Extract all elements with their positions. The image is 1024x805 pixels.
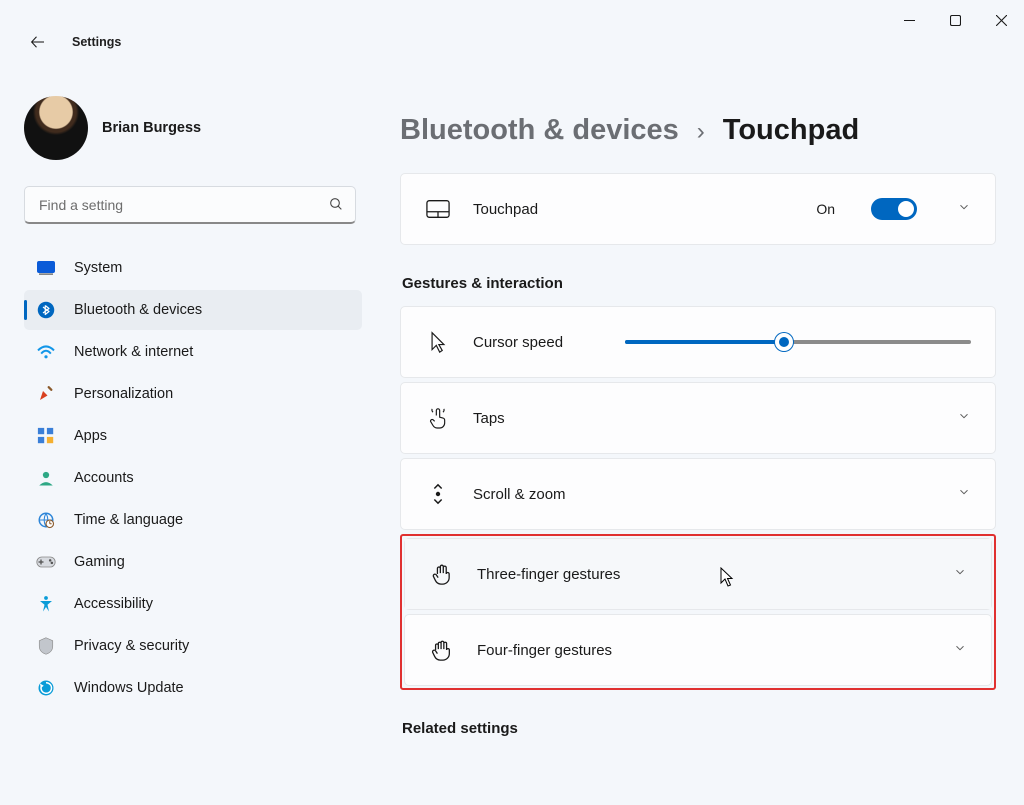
search-icon bbox=[328, 196, 344, 217]
gesture-highlight-box: Three-finger gestures Four-finger gestur… bbox=[400, 534, 996, 690]
windows-update-icon bbox=[36, 678, 56, 698]
sidebar-item-network[interactable]: Network & internet bbox=[24, 332, 362, 372]
breadcrumb-parent[interactable]: Bluetooth & devices bbox=[400, 114, 679, 147]
system-icon bbox=[36, 258, 56, 278]
sidebar-item-time-language[interactable]: Time & language bbox=[24, 500, 362, 540]
four-finger-card[interactable]: Four-finger gestures bbox=[404, 614, 992, 686]
sidebar-item-personalization[interactable]: Personalization bbox=[24, 374, 362, 414]
sidebar-item-accounts[interactable]: Accounts bbox=[24, 458, 362, 498]
toggle-state-label: On bbox=[816, 201, 835, 217]
sidebar-item-label: Time & language bbox=[74, 512, 183, 528]
apps-icon bbox=[36, 426, 56, 446]
sidebar: Brian Burgess System Bluetooth & devices… bbox=[0, 56, 370, 801]
avatar bbox=[24, 96, 88, 160]
chevron-down-icon bbox=[957, 200, 971, 219]
scroll-zoom-label: Scroll & zoom bbox=[473, 486, 566, 503]
chevron-down-icon bbox=[953, 565, 967, 584]
back-button[interactable] bbox=[24, 28, 52, 56]
main-content: Bluetooth & devices › Touchpad Touchpad … bbox=[370, 56, 1024, 801]
close-button[interactable] bbox=[978, 0, 1024, 40]
profile-block[interactable]: Brian Burgess bbox=[24, 96, 360, 160]
chevron-down-icon bbox=[957, 485, 971, 504]
breadcrumb: Bluetooth & devices › Touchpad bbox=[400, 114, 996, 147]
taps-label: Taps bbox=[473, 410, 505, 427]
sidebar-item-label: Gaming bbox=[74, 554, 125, 570]
sidebar-item-label: Network & internet bbox=[74, 344, 193, 360]
cursor-speed-card: Cursor speed bbox=[400, 306, 996, 378]
accounts-icon bbox=[36, 468, 56, 488]
sidebar-item-label: Accounts bbox=[74, 470, 134, 486]
sidebar-item-system[interactable]: System bbox=[24, 248, 362, 288]
related-heading: Related settings bbox=[402, 720, 996, 737]
maximize-button[interactable] bbox=[932, 0, 978, 40]
hand-icon bbox=[429, 639, 455, 661]
chevron-down-icon bbox=[953, 641, 967, 660]
sidebar-item-label: Windows Update bbox=[74, 680, 184, 696]
wifi-icon bbox=[36, 342, 56, 362]
accessibility-icon bbox=[36, 594, 56, 614]
touchpad-toggle[interactable] bbox=[871, 198, 917, 220]
privacy-icon bbox=[36, 636, 56, 656]
window-title: Settings bbox=[72, 35, 121, 49]
gaming-icon bbox=[36, 552, 56, 572]
taps-card[interactable]: Taps bbox=[400, 382, 996, 454]
header: Settings bbox=[0, 28, 1024, 56]
tap-icon bbox=[425, 407, 451, 429]
sidebar-item-gaming[interactable]: Gaming bbox=[24, 542, 362, 582]
scroll-zoom-card[interactable]: Scroll & zoom bbox=[400, 458, 996, 530]
touchpad-icon bbox=[425, 199, 451, 219]
touchpad-label: Touchpad bbox=[473, 201, 538, 218]
chevron-down-icon bbox=[957, 409, 971, 428]
sidebar-item-label: Accessibility bbox=[74, 596, 153, 612]
sidebar-item-windows-update[interactable]: Windows Update bbox=[24, 668, 362, 708]
cursor-icon bbox=[425, 331, 451, 353]
sidebar-item-label: Bluetooth & devices bbox=[74, 302, 202, 318]
minimize-button[interactable] bbox=[886, 0, 932, 40]
sidebar-item-label: System bbox=[74, 260, 122, 276]
sidebar-item-label: Privacy & security bbox=[74, 638, 189, 654]
sidebar-item-apps[interactable]: Apps bbox=[24, 416, 362, 456]
touchpad-card[interactable]: Touchpad On bbox=[400, 173, 996, 245]
sidebar-item-accessibility[interactable]: Accessibility bbox=[24, 584, 362, 624]
nav: System Bluetooth & devices Network & int… bbox=[24, 248, 362, 708]
search-input[interactable] bbox=[24, 186, 356, 224]
hand-icon bbox=[429, 563, 455, 585]
cursor-speed-label: Cursor speed bbox=[473, 334, 563, 351]
personalization-icon bbox=[36, 384, 56, 404]
sidebar-item-label: Apps bbox=[74, 428, 107, 444]
three-finger-card[interactable]: Three-finger gestures bbox=[404, 538, 992, 610]
cursor-speed-slider[interactable] bbox=[625, 332, 971, 352]
sidebar-item-privacy[interactable]: Privacy & security bbox=[24, 626, 362, 666]
four-finger-label: Four-finger gestures bbox=[477, 642, 612, 659]
three-finger-label: Three-finger gestures bbox=[477, 566, 620, 583]
scroll-icon bbox=[425, 483, 451, 505]
breadcrumb-current: Touchpad bbox=[723, 114, 859, 147]
sidebar-item-bluetooth-devices[interactable]: Bluetooth & devices bbox=[24, 290, 362, 330]
gestures-heading: Gestures & interaction bbox=[402, 275, 996, 292]
bluetooth-icon bbox=[36, 300, 56, 320]
time-language-icon bbox=[36, 510, 56, 530]
sidebar-item-label: Personalization bbox=[74, 386, 173, 402]
chevron-right-icon: › bbox=[697, 118, 705, 146]
profile-name: Brian Burgess bbox=[102, 120, 201, 136]
